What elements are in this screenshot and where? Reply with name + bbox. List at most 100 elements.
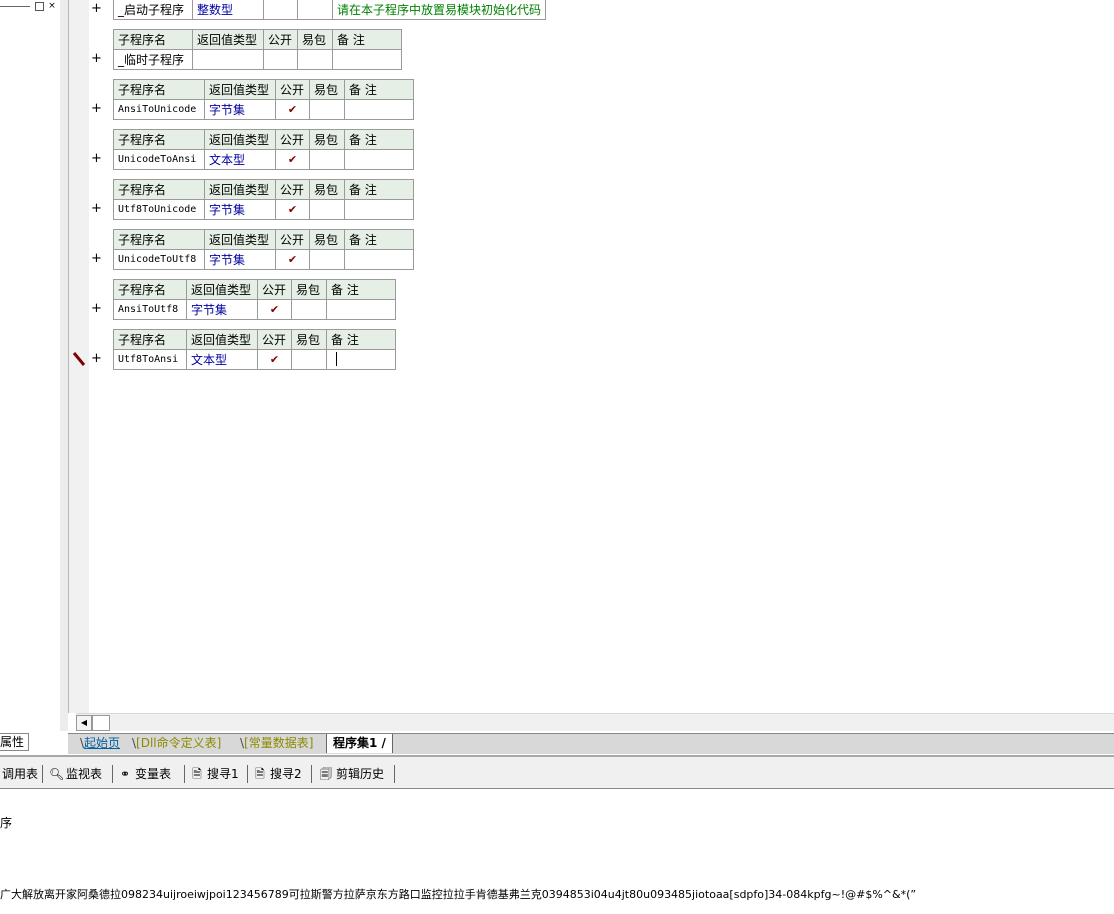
easy-pack-cell[interactable] [309, 199, 345, 220]
horizontal-scrollbar[interactable]: ◀ [76, 713, 1114, 731]
col-header-easy-pack: 易包 [297, 29, 333, 50]
col-header-public: 公开 [275, 79, 310, 100]
col-header-name: 子程序名 [113, 79, 205, 100]
public-cell[interactable] [263, 0, 298, 20]
public-checkmark[interactable]: ✔ [275, 249, 310, 270]
toolbar-separator [311, 765, 312, 783]
col-header-public: 公开 [257, 329, 292, 350]
search-doc-icon: 🗎 [192, 767, 202, 781]
remark-cell[interactable]: 请在本子程序中放置易模块初始化代码 [331, 0, 547, 20]
left-panel: × [0, 0, 61, 731]
restore-icon[interactable] [35, 2, 44, 11]
subroutine-name[interactable]: UnicodeToUtf8 [113, 249, 205, 270]
call-table-button[interactable]: 调用表 [2, 766, 38, 782]
return-type[interactable]: 字节集 [204, 249, 276, 270]
col-header-easy-pack: 易包 [309, 129, 345, 150]
clip-history-button[interactable]: 🗐 剪辑历史 [319, 766, 384, 782]
output-line: 广大解放离开家阿桑德拉098234uijroeiwjpoi123456789可拉… [0, 888, 917, 901]
col-header-return-type: 返回值类型 [204, 129, 276, 150]
col-header-public: 公开 [257, 279, 292, 300]
easy-pack-cell[interactable] [291, 299, 327, 320]
subroutine-table: 子程序名 返回值类型 公开 易包 备 注 _临时子程序 [113, 29, 402, 70]
public-checkmark[interactable]: ✔ [257, 299, 292, 320]
remark-cell[interactable] [326, 299, 396, 320]
col-header-name: 子程序名 [113, 279, 187, 300]
bottom-toolbar: 调用表 🔍︎ 监视表 ⚭ 变量表 🗎 搜寻1 🗎 搜寻2 🗐 剪辑历史 [0, 757, 1114, 789]
variables-icon: ⚭ [119, 767, 131, 781]
tab-constants[interactable]: \[常量数据表] [234, 734, 319, 753]
toolbar-separator [247, 765, 248, 783]
subroutine-table: 子程序名 返回值类型 公开 易包 备 注 Utf8ToAnsi 文本型 ✔ [113, 329, 396, 370]
variable-table-button[interactable]: ⚭ 变量表 [118, 766, 171, 782]
col-header-easy-pack: 易包 [309, 79, 345, 100]
col-header-remark: 备 注 [344, 229, 414, 250]
subroutine-name[interactable]: _临时子程序 [113, 49, 193, 70]
subroutine-name[interactable]: Utf8ToUnicode [113, 199, 205, 220]
splitter[interactable] [60, 0, 68, 731]
col-header-return-type: 返回值类型 [204, 229, 276, 250]
expand-icon[interactable]: + [91, 101, 102, 116]
public-checkmark[interactable]: ✔ [275, 199, 310, 220]
easy-pack-cell[interactable] [291, 349, 327, 370]
return-type[interactable]: 字节集 [204, 99, 276, 120]
remark-cell[interactable] [344, 149, 414, 170]
watch-table-button[interactable]: 🔍︎ 监视表 [49, 766, 102, 782]
remark-cell[interactable] [344, 99, 414, 120]
easy-pack-cell[interactable] [297, 49, 333, 70]
tab-assembly1[interactable]: 程序集1 / [326, 734, 393, 753]
subroutine-name[interactable]: UnicodeToAnsi [113, 149, 205, 170]
col-header-public: 公开 [275, 129, 310, 150]
subroutine-table: 子程序名 返回值类型 公开 易包 备 注 AnsiToUnicode 字节集 ✔ [113, 79, 414, 120]
col-header-remark: 备 注 [344, 129, 414, 150]
expand-icon[interactable]: + [91, 301, 102, 316]
easy-pack-cell[interactable] [309, 249, 345, 270]
public-cell[interactable] [263, 49, 298, 70]
subroutine-table: _启动子程序 整数型 请在本子程序中放置易模块初始化代码 [113, 0, 547, 20]
return-type[interactable]: 整数型 [192, 0, 264, 20]
subroutine-name[interactable]: _启动子程序 [113, 0, 193, 20]
subroutine-name[interactable]: AnsiToUtf8 [113, 299, 187, 320]
return-type[interactable] [192, 49, 264, 70]
properties-tab[interactable]: 属性 [0, 733, 29, 751]
return-type[interactable]: 文本型 [204, 149, 276, 170]
output-panel[interactable]: 序 广大解放离开家阿桑德拉098234uijroeiwjpoi123456789… [0, 790, 1114, 914]
expand-icon[interactable]: + [91, 351, 102, 366]
search2-button[interactable]: 🗎 搜寻2 [253, 766, 301, 782]
remark-cell[interactable] [344, 249, 414, 270]
public-checkmark[interactable]: ✔ [275, 149, 310, 170]
col-header-name: 子程序名 [113, 29, 193, 50]
remark-cell[interactable] [344, 199, 414, 220]
subroutine-table: 子程序名 返回值类型 公开 易包 备 注 UnicodeToAnsi 文本型 ✔ [113, 129, 414, 170]
public-checkmark[interactable]: ✔ [257, 349, 292, 370]
expand-icon[interactable]: + [91, 1, 102, 16]
col-header-public: 公开 [275, 179, 310, 200]
subroutine-name[interactable]: Utf8ToAnsi [113, 349, 187, 370]
col-header-easy-pack: 易包 [309, 229, 345, 250]
tab-dll-commands[interactable]: \[Dll命令定义表] [126, 734, 227, 753]
public-checkmark[interactable]: ✔ [275, 99, 310, 120]
easy-pack-cell[interactable] [297, 0, 333, 20]
subroutine-table: 子程序名 返回值类型 公开 易包 备 注 Utf8ToUnicode 字节集 ✔ [113, 179, 414, 220]
col-header-return-type: 返回值类型 [186, 279, 258, 300]
scroll-left-icon[interactable]: ◀ [76, 715, 92, 731]
expand-icon[interactable]: + [91, 201, 102, 216]
subroutine-name[interactable]: AnsiToUnicode [113, 99, 205, 120]
expand-icon[interactable]: + [91, 51, 102, 66]
return-type[interactable]: 字节集 [204, 199, 276, 220]
text-caret [336, 352, 337, 366]
col-header-remark: 备 注 [344, 179, 414, 200]
col-header-name: 子程序名 [113, 329, 187, 350]
return-type[interactable]: 字节集 [186, 299, 258, 320]
expand-icon[interactable]: + [91, 251, 102, 266]
return-type[interactable]: 文本型 [186, 349, 258, 370]
easy-pack-cell[interactable] [309, 99, 345, 120]
col-header-name: 子程序名 [113, 229, 205, 250]
tab-start-page[interactable]: \起始页 [74, 734, 126, 753]
scroll-thumb[interactable] [92, 715, 110, 731]
expand-icon[interactable]: + [91, 151, 102, 166]
col-header-name: 子程序名 [113, 179, 205, 200]
search1-button[interactable]: 🗎 搜寻1 [190, 766, 238, 782]
easy-pack-cell[interactable] [309, 149, 345, 170]
close-icon[interactable]: × [47, 1, 57, 12]
remark-cell[interactable] [332, 49, 402, 70]
